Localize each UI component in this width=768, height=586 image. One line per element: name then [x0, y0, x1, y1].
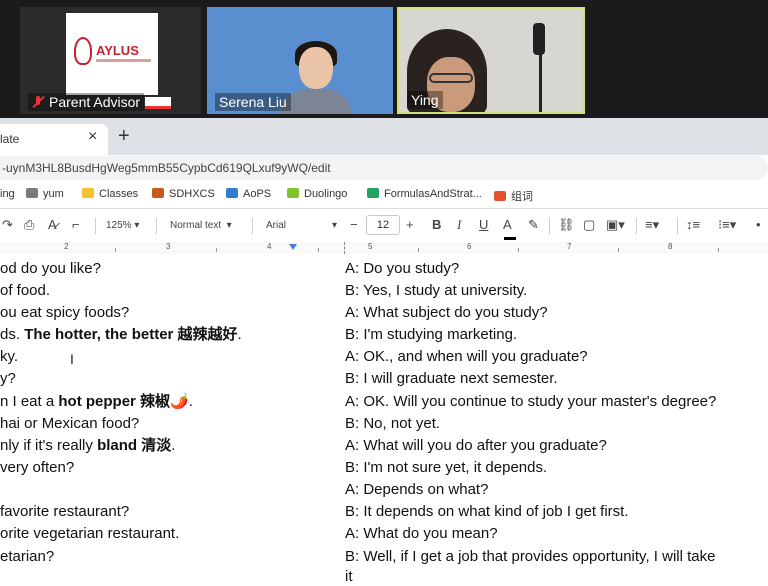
- left-line: od do you like?: [0, 260, 101, 277]
- duolingo-icon: [287, 188, 299, 198]
- browser-tab[interactable]: late ×: [0, 124, 108, 155]
- bookmark-zuci[interactable]: 组词: [494, 188, 533, 204]
- docs-toolbar: ↷ ⎙ A̷ ⌐ 125% ▾ Normal text ▾ Arial ▾ − …: [0, 209, 768, 243]
- right-line: A: What do you mean?: [345, 525, 498, 542]
- video-tile-serena-liu[interactable]: Serena Liu: [207, 7, 393, 114]
- right-line: it: [345, 568, 353, 585]
- right-line: A: What will you do after you graduate?: [345, 437, 607, 454]
- underline-button[interactable]: U: [479, 217, 488, 232]
- font-size-stepper[interactable]: 12: [366, 215, 400, 235]
- right-line: B: Yes, I study at university.: [345, 282, 528, 299]
- paragraph-style-select[interactable]: Normal text ▾: [170, 220, 232, 231]
- address-bar[interactable]: -uynM3HL8BusdHgWeg5mmB55CypbCd619QLxuf9y…: [0, 156, 768, 180]
- right-line: B: Well, if I get a job that provides op…: [345, 548, 716, 565]
- tab-title: late: [0, 132, 20, 146]
- zuci-icon: [494, 191, 506, 201]
- participant-name: Parent Advisor: [28, 93, 145, 111]
- print-icon[interactable]: ⎙: [24, 217, 34, 233]
- increase-font-button[interactable]: +: [406, 217, 414, 232]
- indent-marker[interactable]: [289, 244, 297, 250]
- lightbulb-icon: [74, 37, 92, 65]
- right-line: A: Do you study?: [345, 260, 460, 277]
- bookmark-duolingo[interactable]: Duolingo: [287, 188, 347, 200]
- mic-muted-icon: [32, 96, 44, 108]
- bulleted-list-icon[interactable]: •: [756, 217, 761, 232]
- browser-tab-strip: late × +: [0, 118, 768, 155]
- left-line: of food.: [0, 282, 51, 299]
- paint-format-icon[interactable]: ⌐: [72, 217, 80, 232]
- right-line: A: What subject do you study?: [345, 304, 548, 321]
- left-line: y?: [0, 370, 16, 387]
- line-spacing-icon[interactable]: ↕≡: [686, 217, 700, 232]
- participant-name: Serena Liu: [215, 93, 291, 111]
- left-line: orite vegetarian restaurant.: [0, 525, 180, 542]
- video-strip: AYLUS Parent Advisor Serena Liu Ying: [0, 0, 768, 118]
- left-line: very often?: [0, 459, 75, 476]
- folder-icon: [26, 188, 38, 198]
- font-select[interactable]: Arial: [266, 220, 286, 231]
- left-line: etarian?: [0, 548, 55, 565]
- left-line: ky.: [0, 348, 19, 365]
- left-line: ou eat spicy foods?: [0, 304, 130, 321]
- text-color-button[interactable]: A: [503, 217, 512, 232]
- highlight-icon[interactable]: ✎: [528, 217, 539, 233]
- right-line: A: OK., and when will you graduate?: [345, 348, 588, 365]
- italic-button[interactable]: I: [457, 217, 461, 233]
- video-tile-ying[interactable]: Ying: [397, 7, 585, 114]
- right-line: B: It depends on what kind of job I get …: [345, 503, 629, 520]
- aylus-logo: AYLUS: [66, 13, 158, 95]
- left-line: nly if it's really bland 清淡.: [0, 437, 176, 454]
- document-page[interactable]: od do you like? of food. ou eat spicy fo…: [0, 254, 768, 585]
- right-line: B: I'm studying marketing.: [345, 326, 518, 343]
- bookmarks-bar: ing yum Classes SDHXCS AoPS Duolingo For…: [0, 182, 768, 209]
- video-tile-parent-advisor[interactable]: AYLUS Parent Advisor: [20, 7, 201, 114]
- right-line: A: Depends on what?: [345, 481, 489, 498]
- bookmark-classes[interactable]: Classes: [82, 188, 138, 200]
- ruler: 2 3 4 5 6 7 8: [0, 242, 768, 254]
- redo-icon[interactable]: ↷: [2, 217, 13, 233]
- text-cursor: I: [70, 351, 74, 367]
- right-line: B: I'm not sure yet, it depends.: [345, 459, 548, 476]
- new-tab-button[interactable]: +: [118, 126, 130, 146]
- bold-button[interactable]: B: [432, 217, 441, 232]
- left-line: favorite restaurant?: [0, 503, 130, 520]
- align-icon[interactable]: ≡▾: [645, 217, 659, 233]
- address-row: -uynM3HL8BusdHgWeg5mmB55CypbCd619QLxuf9y…: [0, 155, 768, 182]
- slides-icon: [82, 188, 94, 198]
- image-icon[interactable]: ▣▾: [606, 217, 625, 233]
- decrease-font-button[interactable]: −: [350, 217, 358, 232]
- spellcheck-icon[interactable]: A̷: [48, 217, 57, 232]
- close-icon[interactable]: ×: [88, 128, 97, 146]
- right-line: A: OK. Will you continue to study your m…: [345, 393, 717, 410]
- left-line: n I eat a hot pepper 辣椒🌶️.: [0, 393, 193, 410]
- right-line: B: No, not yet.: [345, 415, 441, 432]
- aops-icon: [226, 188, 238, 198]
- numbered-list-icon[interactable]: ⁝≡▾: [718, 217, 736, 233]
- chevron-down-icon[interactable]: ▾: [332, 220, 337, 231]
- bookmark-aops[interactable]: AoPS: [226, 188, 271, 200]
- bookmark-yum[interactable]: yum: [26, 188, 64, 200]
- drive-icon: [367, 188, 379, 198]
- sdhxcs-icon: [152, 188, 164, 198]
- bookmark-formulas[interactable]: FormulasAndStrat...: [367, 188, 482, 200]
- right-line: B: I will graduate next semester.: [345, 370, 558, 387]
- participant-name: Ying: [407, 91, 443, 109]
- link-icon[interactable]: ⛓: [558, 217, 575, 233]
- url-text: -uynM3HL8BusdHgWeg5mmB55CypbCd619QLxuf9y…: [2, 161, 331, 175]
- left-line: hai or Mexican food?: [0, 415, 140, 432]
- left-line: ds. The hotter, the better 越辣越好.: [0, 326, 242, 343]
- comment-icon[interactable]: ▢: [583, 217, 595, 233]
- zoom-select[interactable]: 125% ▾: [106, 220, 139, 231]
- bookmark-ing[interactable]: ing: [0, 188, 15, 200]
- bookmark-sdhxcs[interactable]: SDHXCS: [152, 188, 215, 200]
